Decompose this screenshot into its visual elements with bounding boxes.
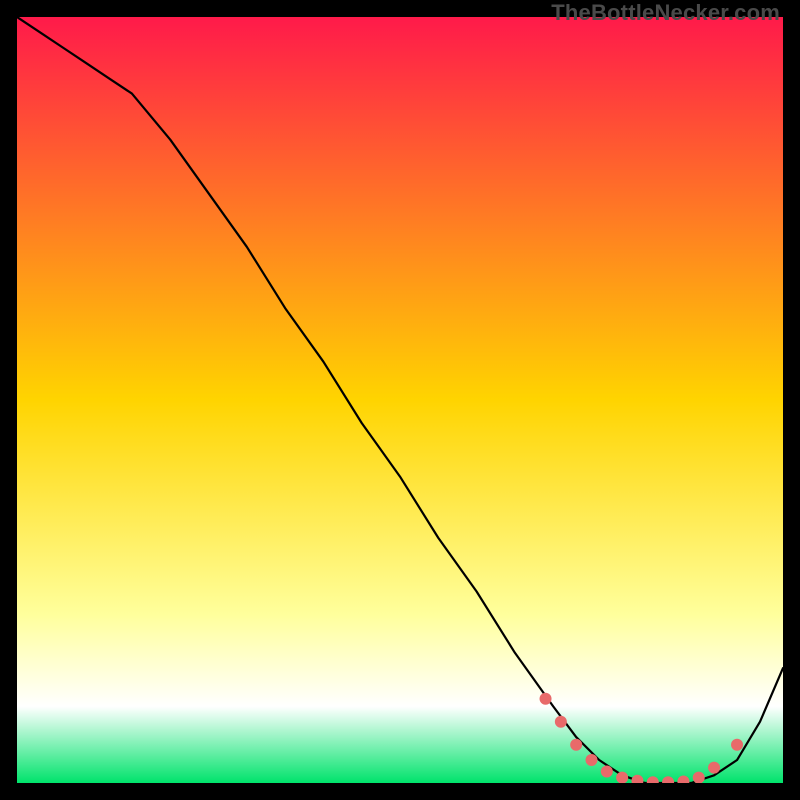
curve-marker <box>555 716 567 728</box>
chart-canvas <box>17 17 783 783</box>
curve-marker <box>586 754 598 766</box>
curve-marker <box>570 739 582 751</box>
curve-marker <box>540 693 552 705</box>
watermark-text: TheBottleNecker.com <box>551 0 780 26</box>
chart-frame <box>17 17 783 783</box>
gradient-background <box>17 17 783 783</box>
curve-marker <box>601 766 613 778</box>
curve-marker <box>731 739 743 751</box>
curve-marker <box>708 762 720 774</box>
